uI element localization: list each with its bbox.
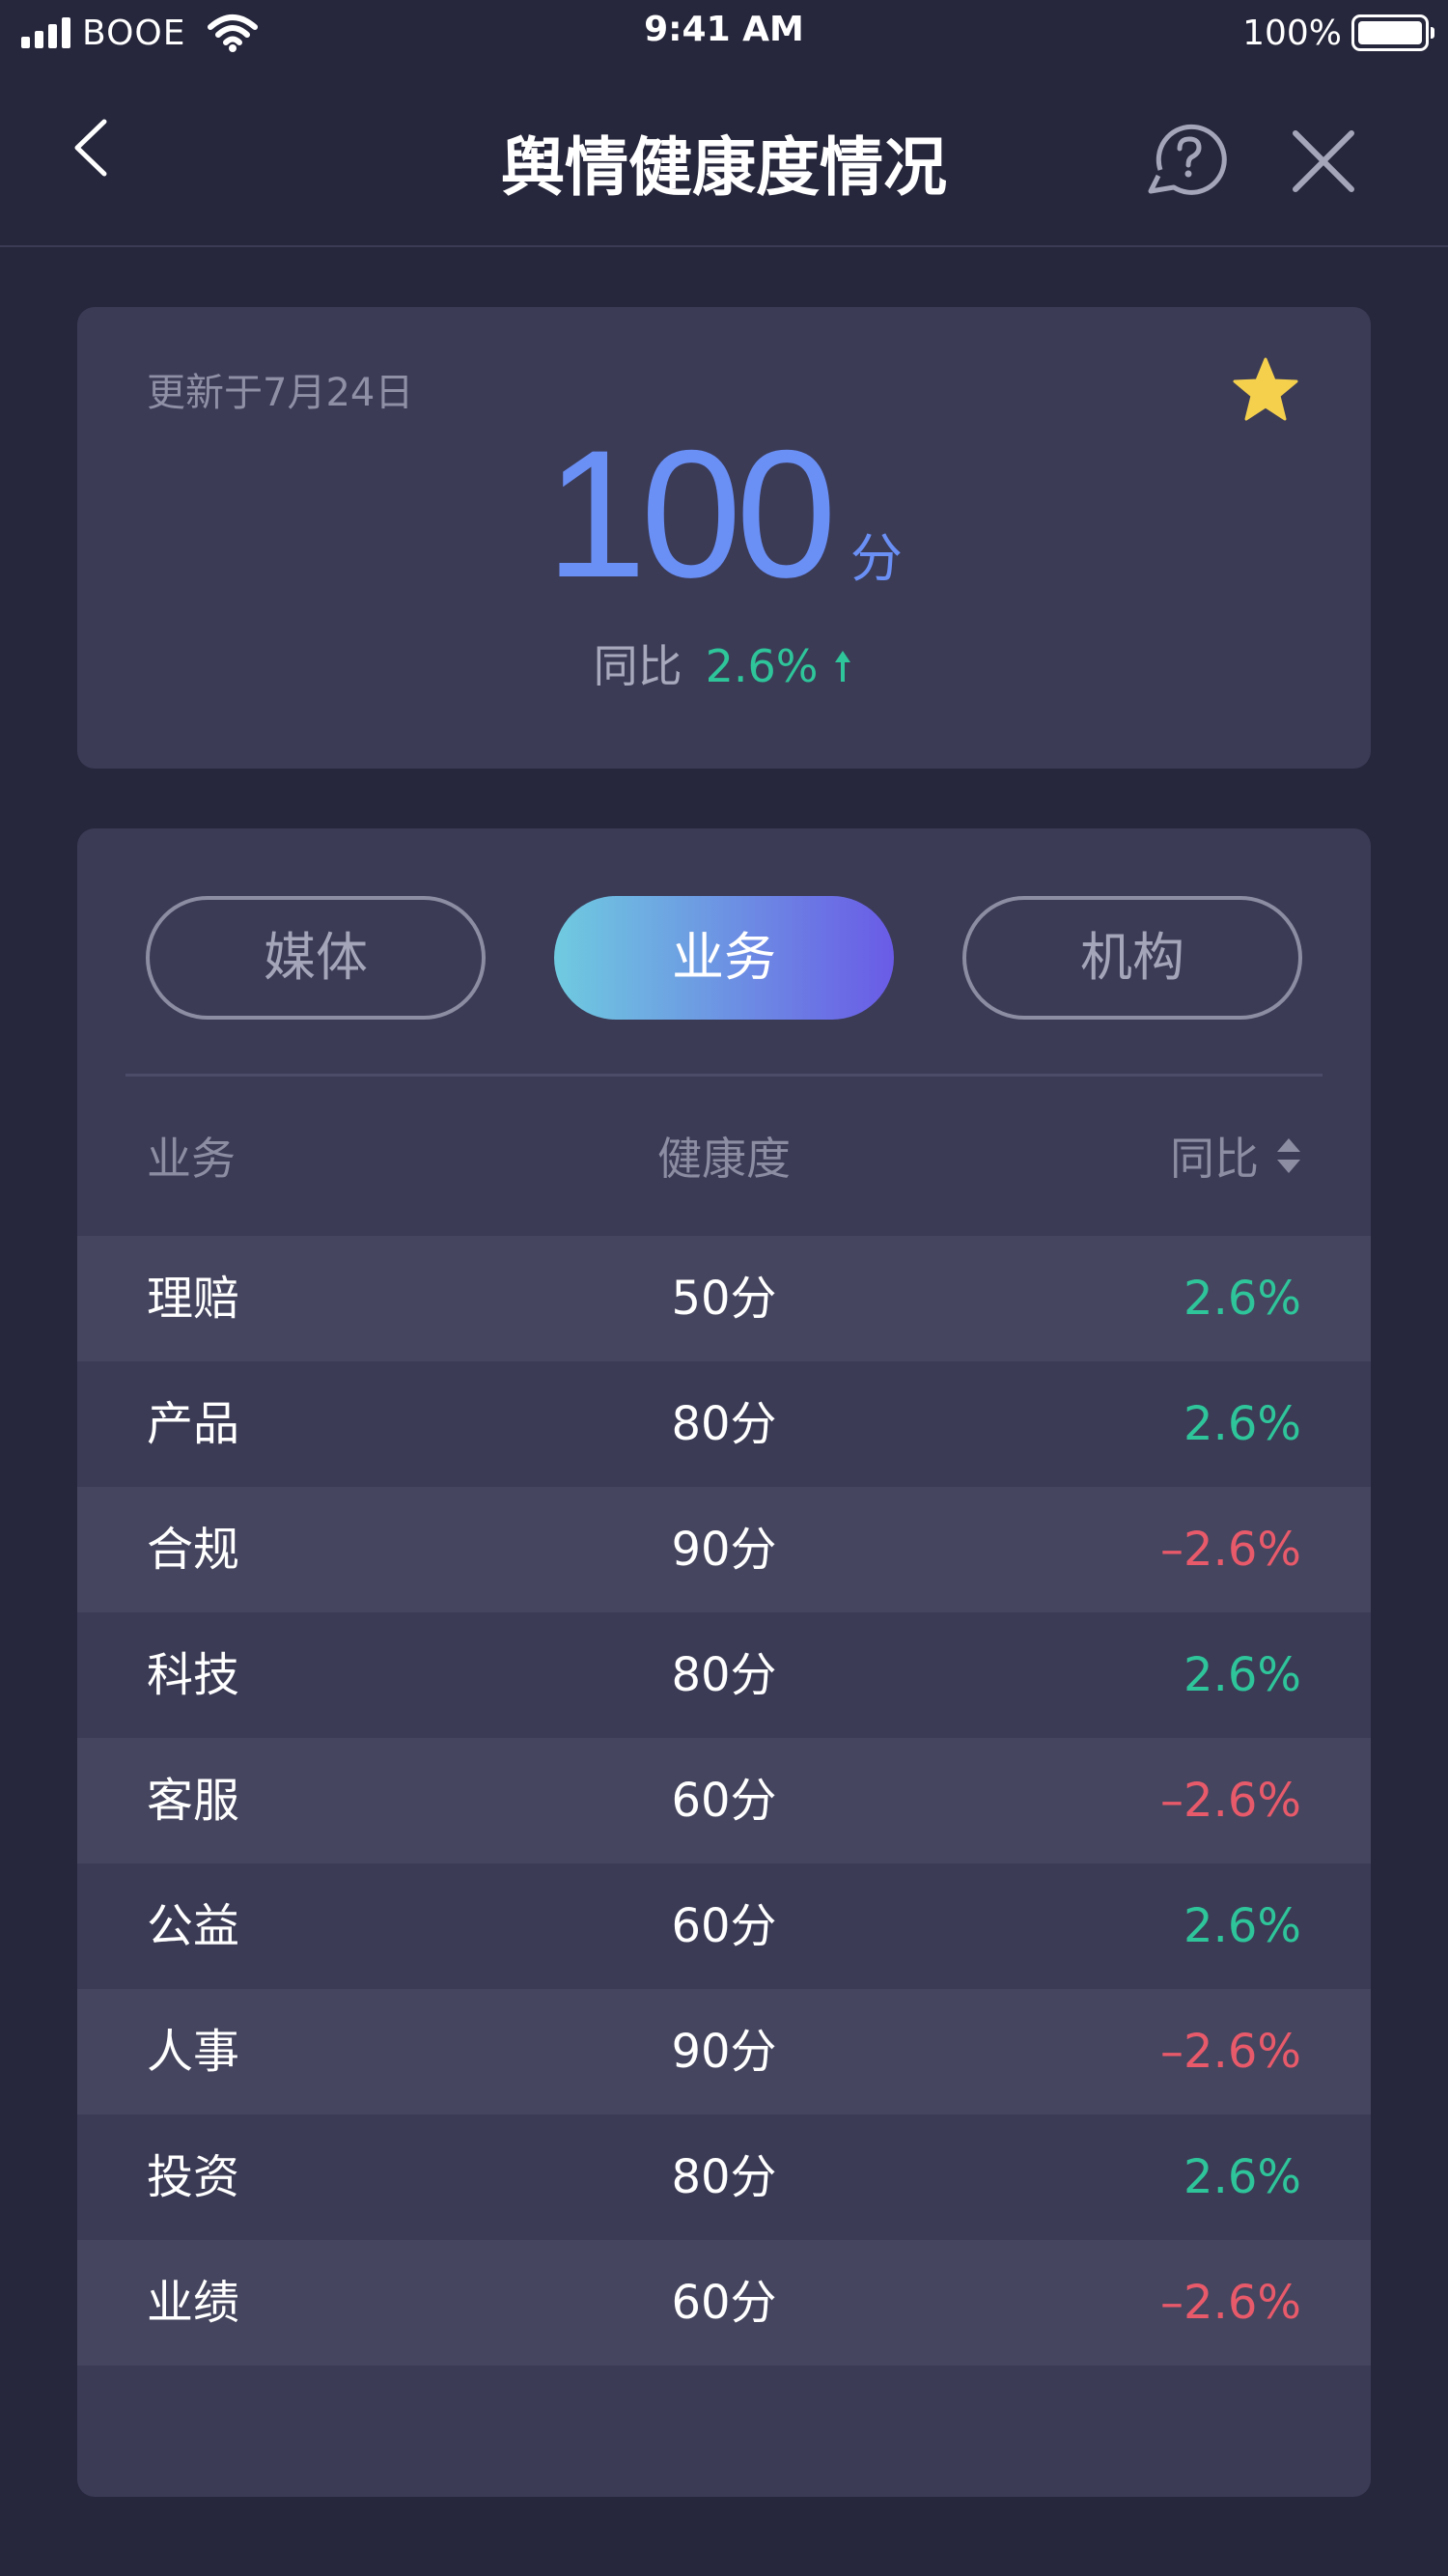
row-health: 80分 xyxy=(671,1397,777,1451)
status-right: 100% xyxy=(1242,12,1434,54)
column-header-yoy-label: 同比 xyxy=(1170,1133,1259,1185)
table-row[interactable]: 科技 80分 2.6% xyxy=(77,1612,1371,1738)
row-yoy: –2.6% xyxy=(1160,2276,1301,2330)
row-yoy: 2.6% xyxy=(1183,1272,1301,1326)
tab-institution[interactable]: 机构 xyxy=(962,896,1302,1020)
row-yoy: –2.6% xyxy=(1160,2025,1301,2079)
column-header-yoy[interactable]: 同比 xyxy=(1170,1124,1303,1188)
score-value: 100 xyxy=(545,412,837,615)
table-row[interactable]: 产品 80分 2.6% xyxy=(77,1361,1371,1487)
tab-business[interactable]: 业务 xyxy=(554,896,894,1020)
table-row[interactable]: 合规 90分 –2.6% xyxy=(77,1487,1371,1612)
table-row[interactable]: 客服 60分 –2.6% xyxy=(77,1738,1371,1863)
status-bar: BOOE 9:41 AM 100% xyxy=(0,0,1448,66)
close-icon[interactable] xyxy=(1290,127,1357,195)
page-title: 舆情健康度情况 xyxy=(501,130,947,205)
status-time: 9:41 AM xyxy=(644,10,804,49)
table-row[interactable]: 人事 90分 –2.6% xyxy=(77,1989,1371,2114)
score-summary-card: 更新于7月24日 100 分 同比 2.6% xyxy=(77,307,1371,769)
score-unit: 分 xyxy=(849,528,903,589)
row-yoy: 2.6% xyxy=(1183,1648,1301,1702)
score-display: 100 分 xyxy=(77,423,1371,604)
update-date: 更新于7月24日 xyxy=(147,371,414,415)
table-row[interactable]: 业绩 60分 –2.6% xyxy=(77,2240,1371,2366)
row-yoy: –2.6% xyxy=(1160,1774,1301,1828)
row-health: 80分 xyxy=(671,2150,777,2204)
table-body: 理赔 50分 2.6% 产品 80分 2.6% 合规 90分 –2.6% 科技 … xyxy=(77,1236,1371,2366)
row-yoy: –2.6% xyxy=(1160,1523,1301,1577)
row-health: 80分 xyxy=(671,1648,777,1702)
table-row[interactable]: 理赔 50分 2.6% xyxy=(77,1236,1371,1361)
navigation-bar: 舆情健康度情况 xyxy=(0,66,1448,247)
yoy-value: 2.6% xyxy=(705,640,819,692)
battery-icon xyxy=(1351,14,1434,51)
table-row[interactable]: 投资 80分 2.6% xyxy=(77,2114,1371,2240)
row-yoy: 2.6% xyxy=(1183,1899,1301,1953)
help-bubble-icon[interactable] xyxy=(1141,120,1228,197)
row-health: 60分 xyxy=(671,1899,777,1953)
yoy-label: 同比 xyxy=(593,640,682,692)
divider xyxy=(125,1074,1323,1077)
tab-media[interactable]: 媒体 xyxy=(146,896,486,1020)
row-health: 50分 xyxy=(671,1272,777,1326)
row-yoy: 2.6% xyxy=(1183,1397,1301,1451)
sort-icon[interactable] xyxy=(1274,1134,1303,1177)
row-yoy: 2.6% xyxy=(1183,2150,1301,2204)
table-row[interactable]: 公益 60分 2.6% xyxy=(77,1863,1371,1989)
arrow-up-icon xyxy=(835,651,851,682)
star-icon[interactable] xyxy=(1231,355,1300,425)
battery-percentage: 100% xyxy=(1242,13,1342,53)
year-over-year: 同比 2.6% xyxy=(77,631,1371,695)
health-table-card: 媒体 业务 机构 业务 健康度 同比 理赔 50分 2.6% 产品 80分 2.… xyxy=(77,828,1371,2497)
